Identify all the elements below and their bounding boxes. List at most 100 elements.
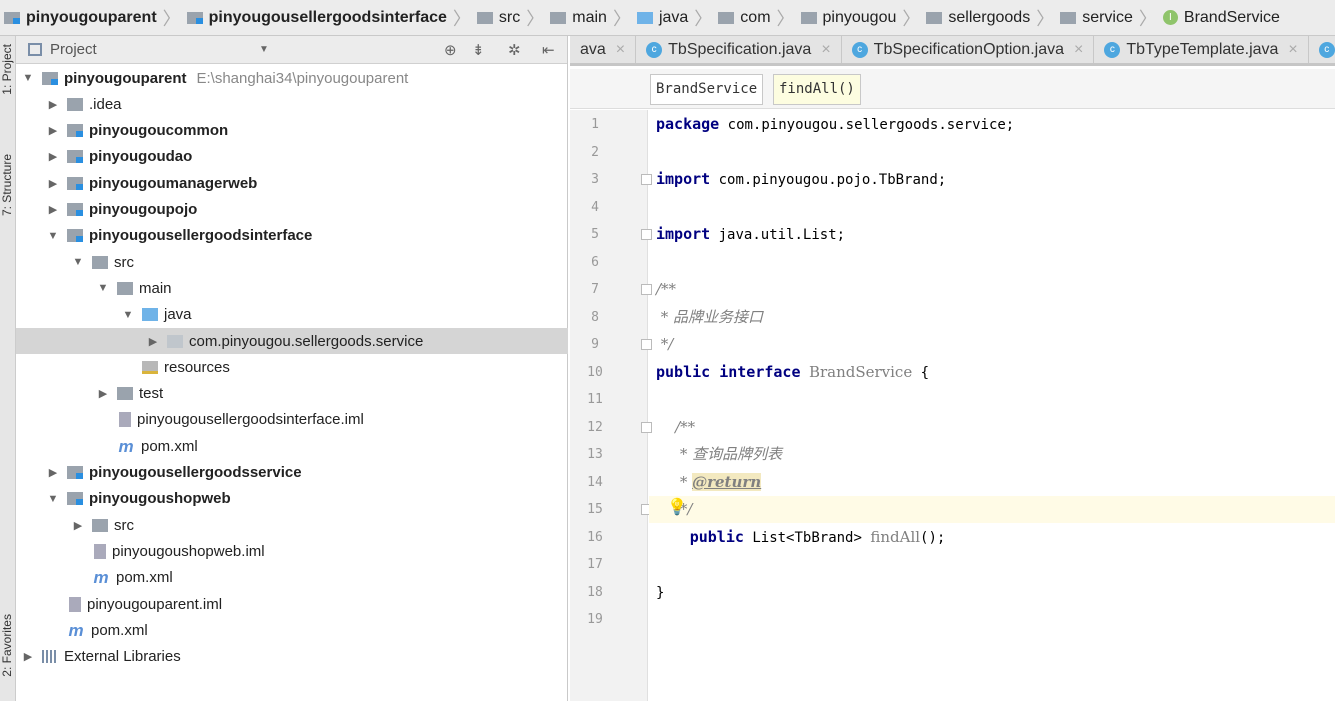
tree-item[interactable]: ▶ External Libraries <box>16 644 568 670</box>
tree-item[interactable]: ▼ pinyougouparent E:\shanghai34\pinyougoup… <box>16 65 568 91</box>
expanded-arrow-icon[interactable]: ▼ <box>118 309 138 321</box>
breadcrumb-item[interactable]: service <box>1056 9 1137 27</box>
expanded-arrow-icon[interactable]: ▼ <box>93 282 113 294</box>
tree-item[interactable]: pinyougousellergoodsinterface.iml <box>16 407 568 433</box>
breadcrumb-item[interactable]: java <box>633 9 692 27</box>
tree-item[interactable]: ▼ pinyougousellergoodsinterface <box>16 223 568 249</box>
tree-item[interactable]: ▼ pinyougoushopweb <box>16 486 568 512</box>
close-icon[interactable]: × <box>616 41 625 59</box>
tree-item[interactable]: ▶ pinyougoudao <box>16 144 568 170</box>
tab-label: TbTypeTemplate.java <box>1126 40 1279 58</box>
tree-item-label: pinyougoucommon <box>89 122 229 140</box>
tree-item-path: E:\shanghai34\pinyougouparent <box>196 69 409 87</box>
code-token: } <box>656 584 665 601</box>
breadcrumb-item[interactable]: main <box>546 9 611 27</box>
tree-item-label: External Libraries <box>64 648 181 666</box>
line-number: 8 <box>591 309 599 325</box>
tree-item[interactable]: ▼ src <box>16 249 568 275</box>
collapsed-arrow-icon[interactable]: ▶ <box>43 203 63 216</box>
expanded-arrow-icon[interactable]: ▼ <box>43 493 63 505</box>
code-line: public interface BrandService { <box>649 359 1335 386</box>
tree-item[interactable]: ▼ java <box>16 302 568 328</box>
expanded-arrow-icon[interactable]: ▼ <box>68 256 88 268</box>
favorites-tool-button[interactable]: 2: Favorites <box>0 614 16 677</box>
folder-icon <box>92 518 108 532</box>
close-icon[interactable]: × <box>1074 41 1083 59</box>
breadcrumb-item[interactable]: pinyougousellergoodsinterface <box>183 9 451 27</box>
editor-tab[interactable]: c TbTypeTemplate.java × <box>1094 36 1309 63</box>
tree-item[interactable]: pinyougoushopweb.iml <box>16 538 568 564</box>
collapsed-arrow-icon[interactable]: ▶ <box>43 98 63 111</box>
expanded-arrow-icon[interactable]: ▼ <box>43 230 63 242</box>
project-panel-header: Project ▼ ⊕ ⇟ ✲ ⇤ <box>16 36 567 64</box>
folder-icon <box>550 11 567 24</box>
tree-item-label: .idea <box>89 95 122 113</box>
collapsed-arrow-icon[interactable]: ▶ <box>43 177 63 190</box>
chevron-down-icon[interactable]: ▼ <box>259 44 269 55</box>
collapsed-arrow-icon[interactable]: ▶ <box>68 519 88 532</box>
code-line: package com.pinyougou.sellergoods.servic… <box>649 111 1335 138</box>
source-folder-icon <box>636 11 653 24</box>
editor-tab[interactable]: c TbSpecification.java × <box>636 36 842 63</box>
tree-item[interactable]: pinyougouparent.iml <box>16 591 568 617</box>
code-token: * <box>656 307 674 326</box>
line-number: 16 <box>587 529 603 545</box>
breadcrumb-item[interactable]: com <box>714 9 774 27</box>
gear-icon[interactable]: ✲ <box>508 41 521 59</box>
collapsed-arrow-icon[interactable]: ▶ <box>43 466 63 479</box>
tree-item[interactable]: m pom.xml <box>16 565 568 591</box>
nav-method-button[interactable]: findAll() <box>773 74 861 105</box>
tree-item[interactable]: ▶ pinyougoucommon <box>16 118 568 144</box>
tree-item[interactable]: ▶ com.pinyougou.sellergoods.service <box>16 328 568 354</box>
tree-item[interactable]: ▶ pinyougoumanagerweb <box>16 170 568 196</box>
tree-item[interactable]: ▶ pinyougousellergoodsservice <box>16 460 568 486</box>
project-tool-button[interactable]: 1: Project <box>0 44 16 95</box>
collapsed-arrow-icon[interactable]: ▶ <box>93 387 113 400</box>
breadcrumb-label: com <box>740 8 771 26</box>
structure-tool-button[interactable]: 7: Structure <box>0 154 16 216</box>
editor-tab[interactable]: cT <box>1309 36 1335 63</box>
collapsed-arrow-icon[interactable]: ▶ <box>43 124 63 137</box>
collapsed-arrow-icon[interactable]: ▶ <box>143 335 163 348</box>
editor-tab[interactable]: c TbSpecificationOption.java × <box>842 36 1095 63</box>
tree-item[interactable]: ▼ main <box>16 275 568 301</box>
expanded-arrow-icon[interactable]: ▼ <box>18 72 38 84</box>
collapsed-arrow-icon[interactable]: ▶ <box>43 150 63 163</box>
line-number: 4 <box>591 199 599 215</box>
project-view-selector[interactable]: Project <box>50 41 97 58</box>
nav-class-button[interactable]: BrandService <box>650 74 764 105</box>
breadcrumb-item[interactable]: pinyougouparent <box>0 9 161 27</box>
collapse-all-icon[interactable]: ⇟ <box>472 41 485 59</box>
code-token: com.pinyougou.sellergoods.service; <box>719 117 1015 133</box>
line-number: 3 <box>591 172 599 187</box>
breadcrumb-item[interactable]: sellergoods <box>922 9 1034 27</box>
tree-item[interactable]: m pom.xml <box>16 433 568 459</box>
tree-item[interactable]: ▶ pinyougoupojo <box>16 197 568 223</box>
locate-icon[interactable]: ⊕ <box>444 41 457 59</box>
breadcrumb-item[interactable]: I BrandService <box>1159 9 1284 27</box>
module-folder-icon <box>67 229 83 243</box>
tree-item[interactable]: ▶ test <box>16 381 568 407</box>
lightbulb-icon[interactable]: 💡 <box>667 497 687 517</box>
tree-item[interactable]: resources <box>16 354 568 380</box>
collapsed-arrow-icon[interactable]: ▶ <box>18 650 38 663</box>
breadcrumb-label: pinyougou <box>822 8 897 26</box>
tree-item-label: resources <box>164 358 230 376</box>
code-token: java.util.List; <box>710 227 846 243</box>
breadcrumb-item[interactable]: pinyougou <box>797 9 901 27</box>
code-token: package <box>656 115 720 133</box>
code-line: public List<TbBrand> findAll(); <box>649 524 1335 551</box>
chevron-right-icon: 〉 <box>1036 8 1055 29</box>
breadcrumb-item[interactable]: src <box>473 9 524 27</box>
chevron-right-icon: 〉 <box>694 8 713 29</box>
tree-item[interactable]: m pom.xml <box>16 617 568 643</box>
code-token: (); <box>920 529 946 546</box>
tree-item[interactable]: ▶ .idea <box>16 91 568 117</box>
editor-tab[interactable]: ava × <box>570 36 637 63</box>
tree-item[interactable]: ▶ src <box>16 512 568 538</box>
close-icon[interactable]: × <box>821 41 830 59</box>
hide-panel-icon[interactable]: ⇤ <box>542 41 555 59</box>
close-icon[interactable]: × <box>1288 41 1297 59</box>
